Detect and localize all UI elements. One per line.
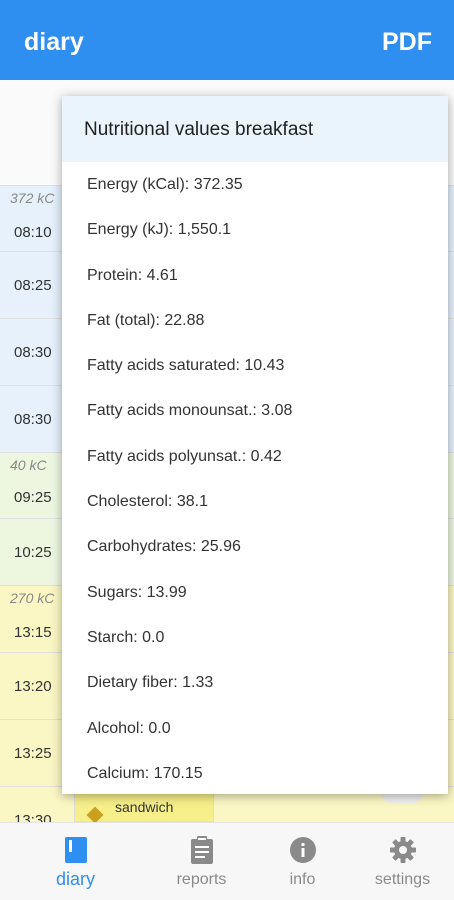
nutrition-item-fat-polyunsat: Fatty acids polyunsat.: 0.42 (87, 447, 282, 465)
nutrition-item-cholesterol: Cholesterol: 38.1 (87, 493, 208, 511)
entry-time: 13:15 (14, 624, 52, 641)
app-title: diary (24, 28, 84, 56)
popup-header: Nutritional values breakfast (62, 96, 448, 162)
entry-time: 13:25 (14, 745, 52, 762)
gear-icon (389, 837, 416, 863)
tab-label: diary (55, 869, 95, 889)
app-bar: diary PDF (0, 0, 454, 80)
entry-time: 10:25 (14, 544, 52, 561)
tab-label: info (289, 871, 316, 888)
entry-time: 13:30 (14, 812, 52, 822)
entry-time: 08:30 (14, 344, 52, 361)
tab-reports[interactable]: reports (145, 823, 258, 900)
nutrition-item-energy-kj: Energy (kJ): 1,550.1 (87, 221, 232, 239)
nutrition-list[interactable]: Energy (kCal): 372.35 Energy (kJ): 1,550… (62, 162, 448, 794)
entry-time: 08:30 (14, 411, 52, 428)
popup-title: Nutritional values breakfast (84, 119, 314, 140)
meal-kcal: 372 kC (10, 190, 55, 206)
nutrition-item-fat: Fat (total): 22.88 (87, 311, 205, 329)
tab-label: settings (374, 871, 431, 888)
tab-label: reports (176, 871, 227, 888)
nutrition-item-fat-monounsat: Fatty acids monounsat.: 3.08 (87, 402, 293, 420)
nutrition-item-protein: Protein: 4.61 (87, 266, 178, 284)
nutrition-item-carbohydrates: Carbohydrates: 25.96 (87, 538, 241, 556)
food-entry-card[interactable]: sandwich (74, 792, 214, 822)
meal-kcal: 40 kC (10, 457, 47, 473)
tab-diary[interactable]: diary (19, 823, 132, 900)
nutrition-item-calcium: Calcium: 170.15 (87, 764, 203, 782)
food-icon (86, 806, 104, 822)
entry-time: 13:20 (14, 678, 52, 695)
pdf-button[interactable]: PDF (382, 28, 432, 57)
entry-time: 09:25 (14, 489, 52, 506)
nutrition-item-alcohol: Alcohol: 0.0 (87, 719, 171, 737)
bottom-navigation: diary reports info settings (0, 822, 454, 900)
nutrition-item-sugars: Sugars: 13.99 (87, 583, 187, 601)
meal-kcal: 270 kC (10, 590, 55, 606)
nutrition-item-starch: Starch: 0.0 (87, 628, 165, 646)
tab-info[interactable]: info (246, 823, 359, 900)
nutrition-item-fiber: Dietary fiber: 1.33 (87, 674, 214, 692)
nutrition-item-energy-kcal: Energy (kCal): 372.35 (87, 176, 243, 193)
book-icon (64, 837, 87, 863)
tab-settings[interactable]: settings (346, 823, 454, 900)
nutrition-popup: Nutritional values breakfast Energy (kCa… (62, 96, 448, 794)
clipboard-icon (190, 836, 213, 864)
entry-time: 08:25 (14, 277, 52, 294)
info-icon (289, 837, 316, 863)
nutrition-item-fat-saturated: Fatty acids saturated: 10.43 (87, 357, 285, 375)
entry-time: 08:10 (14, 224, 52, 241)
food-entry-label: sandwich (115, 799, 174, 815)
